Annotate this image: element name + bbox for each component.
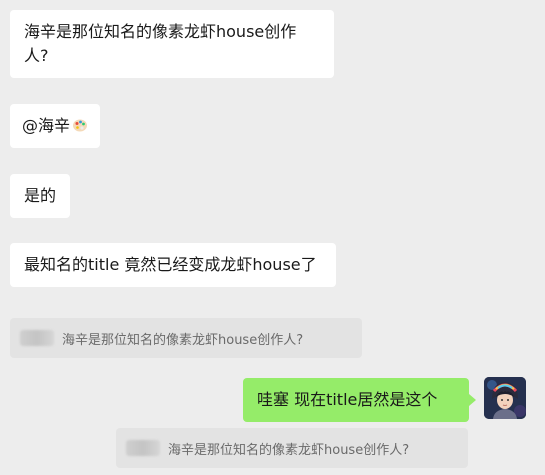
self-message-bubble[interactable]: 哇塞 现在title居然是这个 (243, 378, 469, 422)
blurred-sender-name (20, 330, 54, 346)
quoted-message[interactable]: 海辛是那位知名的像素龙虾house创作人? (10, 318, 362, 358)
message-text: 最知名的title 竟然已经变成龙虾house了 (24, 255, 317, 274)
message-text: 海辛是那位知名的像素龙虾house创作人? (24, 22, 297, 65)
quoted-message[interactable]: 海辛是那位知名的像素龙虾house创作人? (116, 428, 468, 468)
avatar[interactable] (484, 377, 526, 419)
message-text: 哇塞 现在title居然是这个 (257, 390, 438, 409)
message-bubble[interactable]: 海辛是那位知名的像素龙虾house创作人? (10, 10, 334, 78)
message-bubble[interactable]: 最知名的title 竟然已经变成龙虾house了 (10, 243, 336, 287)
message-bubble[interactable]: 是的 (10, 174, 71, 218)
mention-text: @海辛 (22, 116, 71, 135)
quoted-text: 海辛是那位知名的像素龙虾house创作人? (62, 332, 304, 348)
message-bubble[interactable]: @海辛 (10, 104, 101, 148)
blurred-sender-name (126, 440, 160, 456)
bubble-tail (469, 394, 476, 406)
quoted-text: 海辛是那位知名的像素龙虾house创作人? (168, 442, 410, 458)
message-text: 是的 (24, 186, 57, 205)
chat-window: 海辛是那位知名的像素龙虾house创作人? @海辛 是的 最知名的title 竟… (0, 0, 545, 475)
palette-emoji-icon (72, 116, 88, 132)
